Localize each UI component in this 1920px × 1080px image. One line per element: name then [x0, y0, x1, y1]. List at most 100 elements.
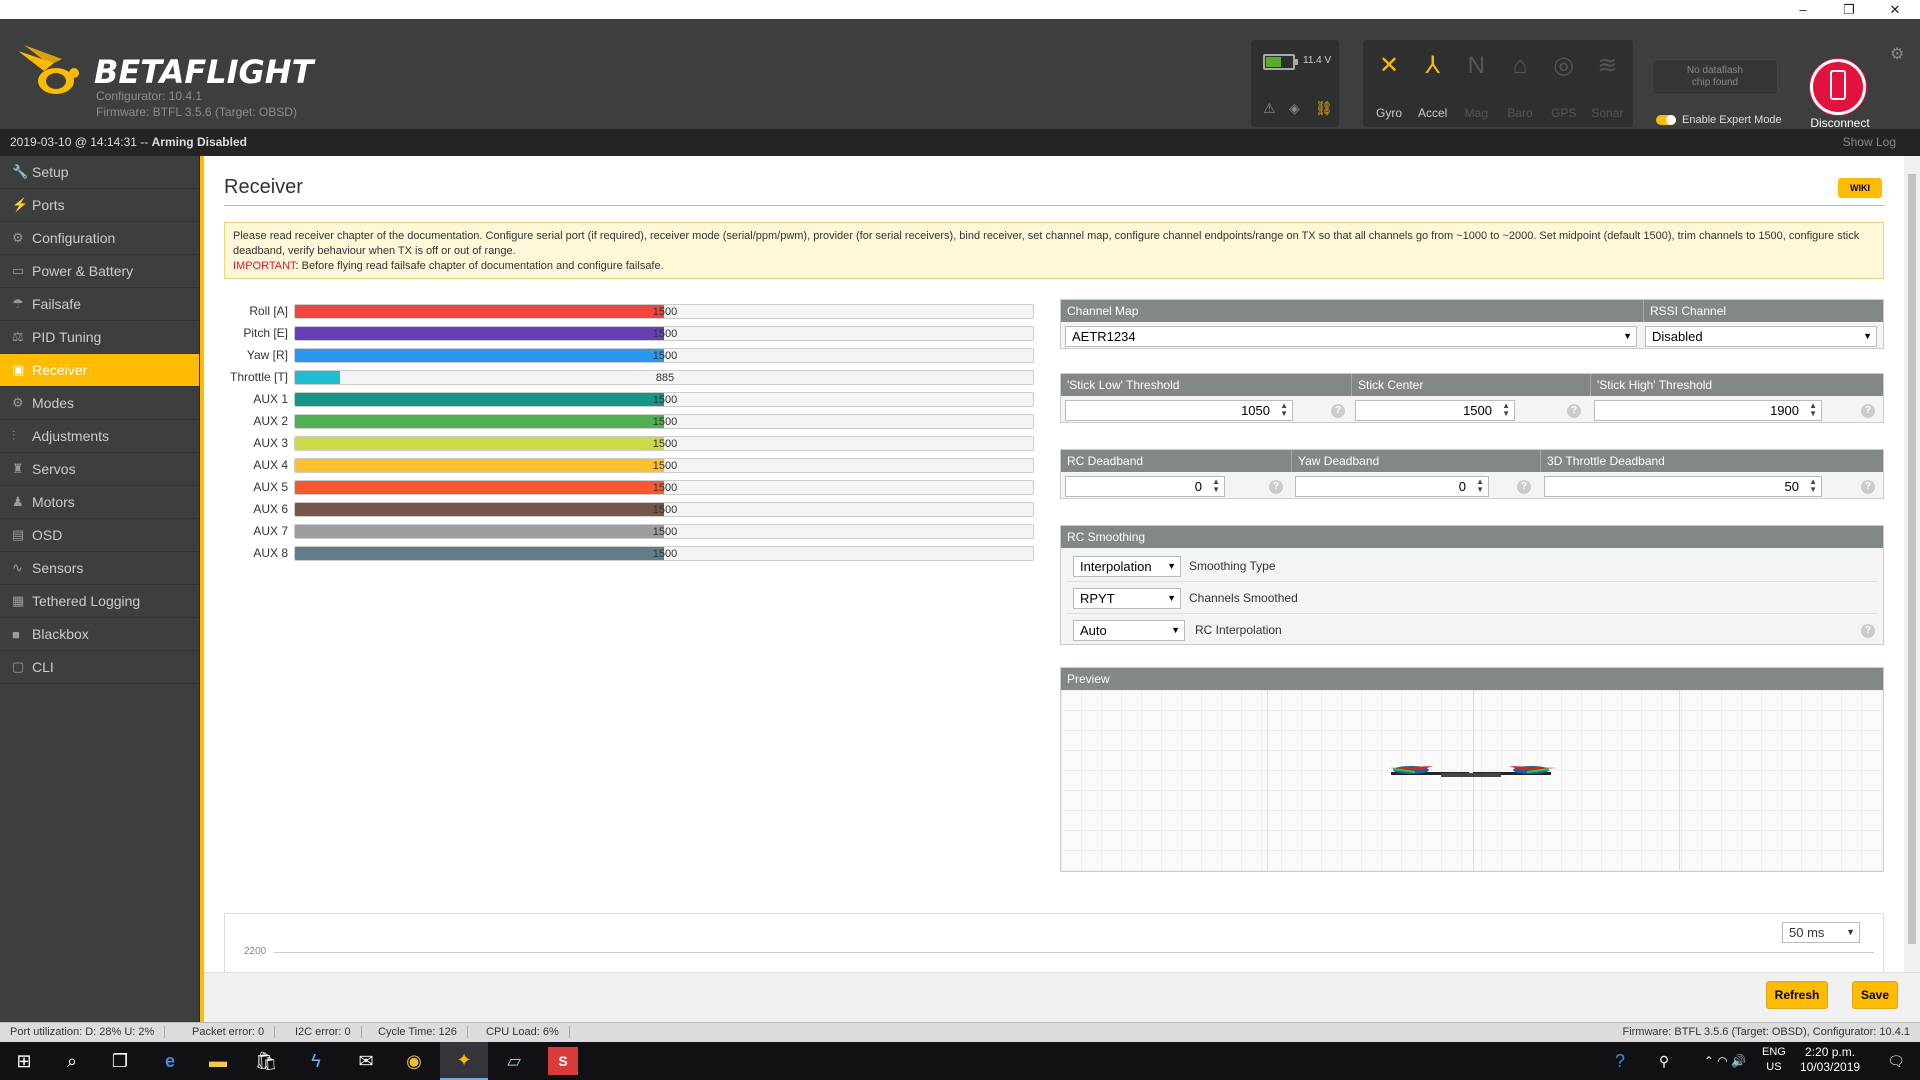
sidebar-item-label: Modes	[32, 395, 75, 411]
stick-center-input[interactable]: 1500 ▲ ▼	[1355, 400, 1515, 421]
log-status: Arming Disabled	[151, 135, 247, 149]
log-timestamp: 2019-03-10 @ 14:14:31 --	[10, 135, 149, 149]
throttle-deadband-input[interactable]: 50 ▲ ▼	[1544, 476, 1822, 497]
sidebar-item-label: Sensors	[32, 560, 84, 576]
sensor-accel: ⅄ Accel	[1411, 40, 1455, 127]
store-icon[interactable]: 🛍	[242, 1042, 290, 1080]
maximize-button[interactable]: ❐	[1826, 0, 1872, 19]
sidebar-item-receiver[interactable]: ▣ Receiver	[0, 354, 199, 387]
channel-bar: 1500	[294, 524, 1034, 539]
sidebar-item-label: Blackbox	[32, 626, 89, 642]
channel-bar: 1500	[294, 546, 1034, 561]
sidebar-item-servos[interactable]: ♜ Servos	[0, 453, 199, 486]
sidebar-item-pid-tuning[interactable]: ⚖ PID Tuning	[0, 321, 199, 354]
help-icon[interactable]: ?	[1861, 480, 1875, 494]
help-icon[interactable]: ?	[1861, 624, 1875, 638]
betaflight-taskbar-icon[interactable]: ✦	[440, 1042, 488, 1080]
channel-row: Yaw [R] 1500	[224, 344, 1034, 366]
task-view-icon[interactable]: ❐	[96, 1042, 144, 1080]
help-icon[interactable]: ?	[1861, 404, 1875, 418]
app-bolt-icon[interactable]: ϟ	[292, 1042, 340, 1080]
rc-smoothing-header: RC Smoothing	[1061, 526, 1883, 548]
rssi-channel-select[interactable]: Disabled ▼	[1645, 326, 1877, 347]
sidebar-item-failsafe[interactable]: ☂ Failsafe	[0, 288, 199, 321]
channel-map-panel: Channel Map RSSI Channel AETR1234 ▼ Disab…	[1060, 299, 1884, 349]
minimize-button[interactable]: –	[1780, 0, 1826, 19]
sidebar-item-ports[interactable]: ⚡ Ports	[0, 189, 199, 222]
language-indicator[interactable]: ENG US	[1762, 1045, 1786, 1075]
sidebar-item-setup[interactable]: 🔧 Setup	[0, 156, 199, 189]
adjust-icon: ⫶	[12, 428, 16, 443]
wiki-button[interactable]: WIKI	[1838, 178, 1882, 198]
channel-bar: 1500	[294, 326, 1034, 341]
gps-icon: ◎	[1553, 52, 1575, 79]
channel-bar: 1500	[294, 502, 1034, 517]
sidebar-item-label: Ports	[32, 197, 65, 213]
windows-start-icon[interactable]: ⊞	[0, 1042, 48, 1080]
mail-icon[interactable]: ✉	[342, 1042, 390, 1080]
stick-high-input[interactable]: 1900 ▲ ▼	[1594, 400, 1822, 421]
stick-low-input[interactable]: 1050 ▲ ▼	[1065, 400, 1293, 421]
search-icon[interactable]: ⌕	[48, 1042, 96, 1080]
save-button[interactable]: Save	[1852, 981, 1898, 1009]
channel-row: AUX 7 1500	[224, 520, 1034, 542]
log-icon: ▦	[12, 593, 25, 608]
firmware-version: Firmware: BTFL 3.5.6 (Target: OBSD)	[96, 105, 297, 119]
channel-bar: 1500	[294, 458, 1034, 473]
notification-icon[interactable]: 🗨	[1872, 1042, 1920, 1080]
edge-browser-icon[interactable]: e	[146, 1042, 194, 1080]
help-circle-icon[interactable]: ?	[1596, 1042, 1644, 1080]
yaw-deadband-input[interactable]: 0 ▲ ▼	[1295, 476, 1489, 497]
channel-bar: 1500	[294, 304, 1034, 319]
help-icon[interactable]: ?	[1331, 404, 1345, 418]
close-button[interactable]: ✕	[1872, 0, 1918, 19]
help-icon[interactable]: ?	[1567, 404, 1581, 418]
toggle-switch-icon[interactable]	[1656, 115, 1676, 125]
system-clock[interactable]: 2:20 p.m. 10/03/2019	[1800, 1045, 1860, 1075]
channels-smoothed-select[interactable]: RPYT ▼	[1073, 588, 1181, 609]
channel-map-input[interactable]: AETR1234 ▼	[1065, 326, 1637, 347]
chrome-icon[interactable]: ◉	[390, 1042, 438, 1080]
refresh-button[interactable]: Refresh	[1766, 981, 1828, 1009]
settings-gear-icon[interactable]: ⚙	[1890, 44, 1904, 64]
sidebar-item-tethered-logging[interactable]: ▦ Tethered Logging	[0, 585, 199, 618]
expert-mode-toggle[interactable]: Enable Expert Mode	[1656, 114, 1782, 126]
sidebar-item-configuration[interactable]: ⚙ Configuration	[0, 222, 199, 255]
vertical-scrollbar[interactable]	[1904, 156, 1920, 1022]
channel-label: Roll [A]	[249, 304, 288, 318]
wrench-icon: 🔧	[12, 164, 29, 179]
tray-icons[interactable]: ⌃ ◠ 🔊	[1680, 1042, 1770, 1080]
channel-value: 1500	[652, 394, 678, 406]
sidebar-item-adjustments[interactable]: ⫶ Adjustments	[0, 420, 199, 453]
sidebar-item-blackbox[interactable]: ■ Blackbox	[0, 618, 199, 651]
preview-3d-viewport[interactable]	[1061, 690, 1883, 871]
scrollbar-thumb[interactable]	[1908, 174, 1916, 944]
sidebar-item-motors[interactable]: ♟ Motors	[0, 486, 199, 519]
stick-threshold-panel: 'Stick Low' Threshold Stick Center 'Stic…	[1060, 373, 1884, 423]
graph-interval-select[interactable]: 50 ms ▼	[1782, 922, 1860, 943]
channel-label: Pitch [E]	[243, 326, 288, 340]
help-icon[interactable]: ?	[1517, 480, 1531, 494]
smoothing-type-select[interactable]: Interpolation ▼	[1073, 556, 1181, 577]
channel-bar: 1500	[294, 414, 1034, 429]
app-window: – ❐ ✕ BETAFLIGHT Configurator: 10.4.1 Fi…	[0, 0, 1920, 1080]
sidebar-item-modes[interactable]: ⚙ Modes	[0, 387, 199, 420]
terminal-icon: ▢	[12, 659, 25, 674]
sidebar-item-label: Adjustments	[32, 428, 110, 444]
channel-value: 885	[655, 372, 675, 384]
show-log-link[interactable]: Show Log	[1843, 135, 1896, 149]
app-notes-icon[interactable]: ▱	[490, 1042, 538, 1080]
rc-deadband-input[interactable]: 0 ▲ ▼	[1065, 476, 1225, 497]
sidebar-item-sensors[interactable]: ∿ Sensors	[0, 552, 199, 585]
sidebar-item-power-battery[interactable]: ▭ Power & Battery	[0, 255, 199, 288]
file-explorer-icon[interactable]: ▬	[194, 1042, 242, 1080]
sidebar-item-cli[interactable]: ▢ CLI	[0, 651, 199, 684]
disconnect-button[interactable]	[1810, 59, 1866, 115]
rssi-channel-header: RSSI Channel	[1643, 300, 1726, 322]
app-s-icon[interactable]: S	[548, 1047, 578, 1075]
battery-icon	[1263, 54, 1298, 70]
help-icon[interactable]: ?	[1269, 480, 1283, 494]
sidebar-item-osd[interactable]: ▤ OSD	[0, 519, 199, 552]
rc-interpolation-select[interactable]: Auto ▼	[1073, 620, 1185, 641]
baro-icon: ⌂	[1512, 52, 1528, 79]
